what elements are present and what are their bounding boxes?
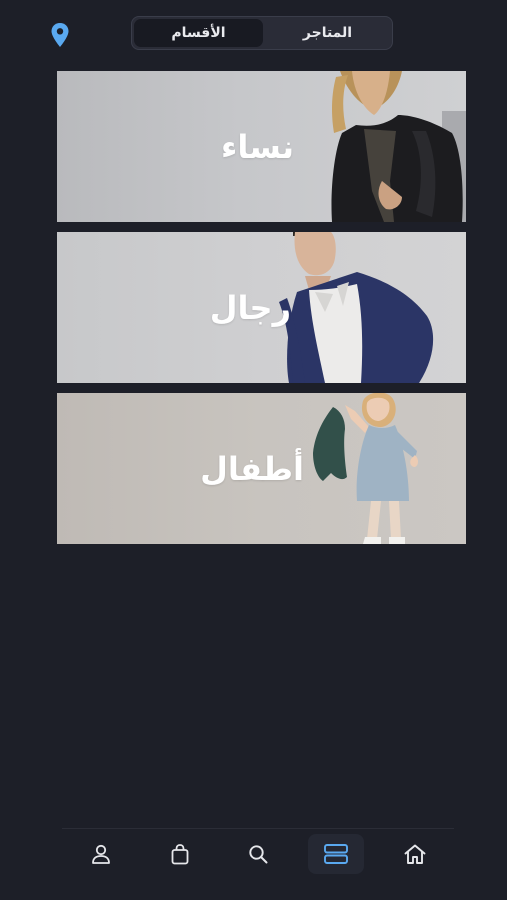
category-list: نساء رجال أطفال: [57, 71, 466, 554]
map-pin-icon: [51, 23, 69, 47]
category-card-kids[interactable]: أطفال: [57, 393, 466, 544]
tab-sections-label: الأقسام: [171, 25, 226, 41]
men-photo: [279, 232, 434, 383]
category-card-men[interactable]: رجال: [57, 232, 466, 383]
tab-stores-label: المتاجر: [302, 25, 353, 41]
category-card-women[interactable]: نساء: [57, 71, 466, 222]
category-label-kids: أطفال: [200, 449, 304, 488]
nav-search[interactable]: [219, 829, 297, 879]
app-screen: الأقسام المتاجر نساء رجال أطفال: [0, 0, 507, 900]
shopping-bag-icon: [171, 844, 189, 865]
nav-bag[interactable]: [140, 829, 218, 879]
store-section-switcher: الأقسام المتاجر: [131, 16, 393, 50]
women-photo: [331, 71, 466, 222]
category-label-women: نساء: [221, 127, 294, 166]
tab-stores[interactable]: المتاجر: [263, 17, 392, 49]
user-icon: [92, 844, 111, 864]
category-label-men: رجال: [209, 288, 291, 327]
home-icon: [404, 844, 426, 864]
bottom-nav: [62, 828, 454, 879]
nav-home[interactable]: [376, 829, 454, 879]
nav-profile[interactable]: [62, 829, 140, 879]
kids-photo: [313, 393, 418, 544]
location-button[interactable]: [46, 20, 74, 50]
search-icon: [249, 845, 268, 864]
tab-sections[interactable]: الأقسام: [134, 19, 263, 47]
nav-categories[interactable]: [297, 829, 375, 879]
categories-icon: [324, 844, 349, 864]
